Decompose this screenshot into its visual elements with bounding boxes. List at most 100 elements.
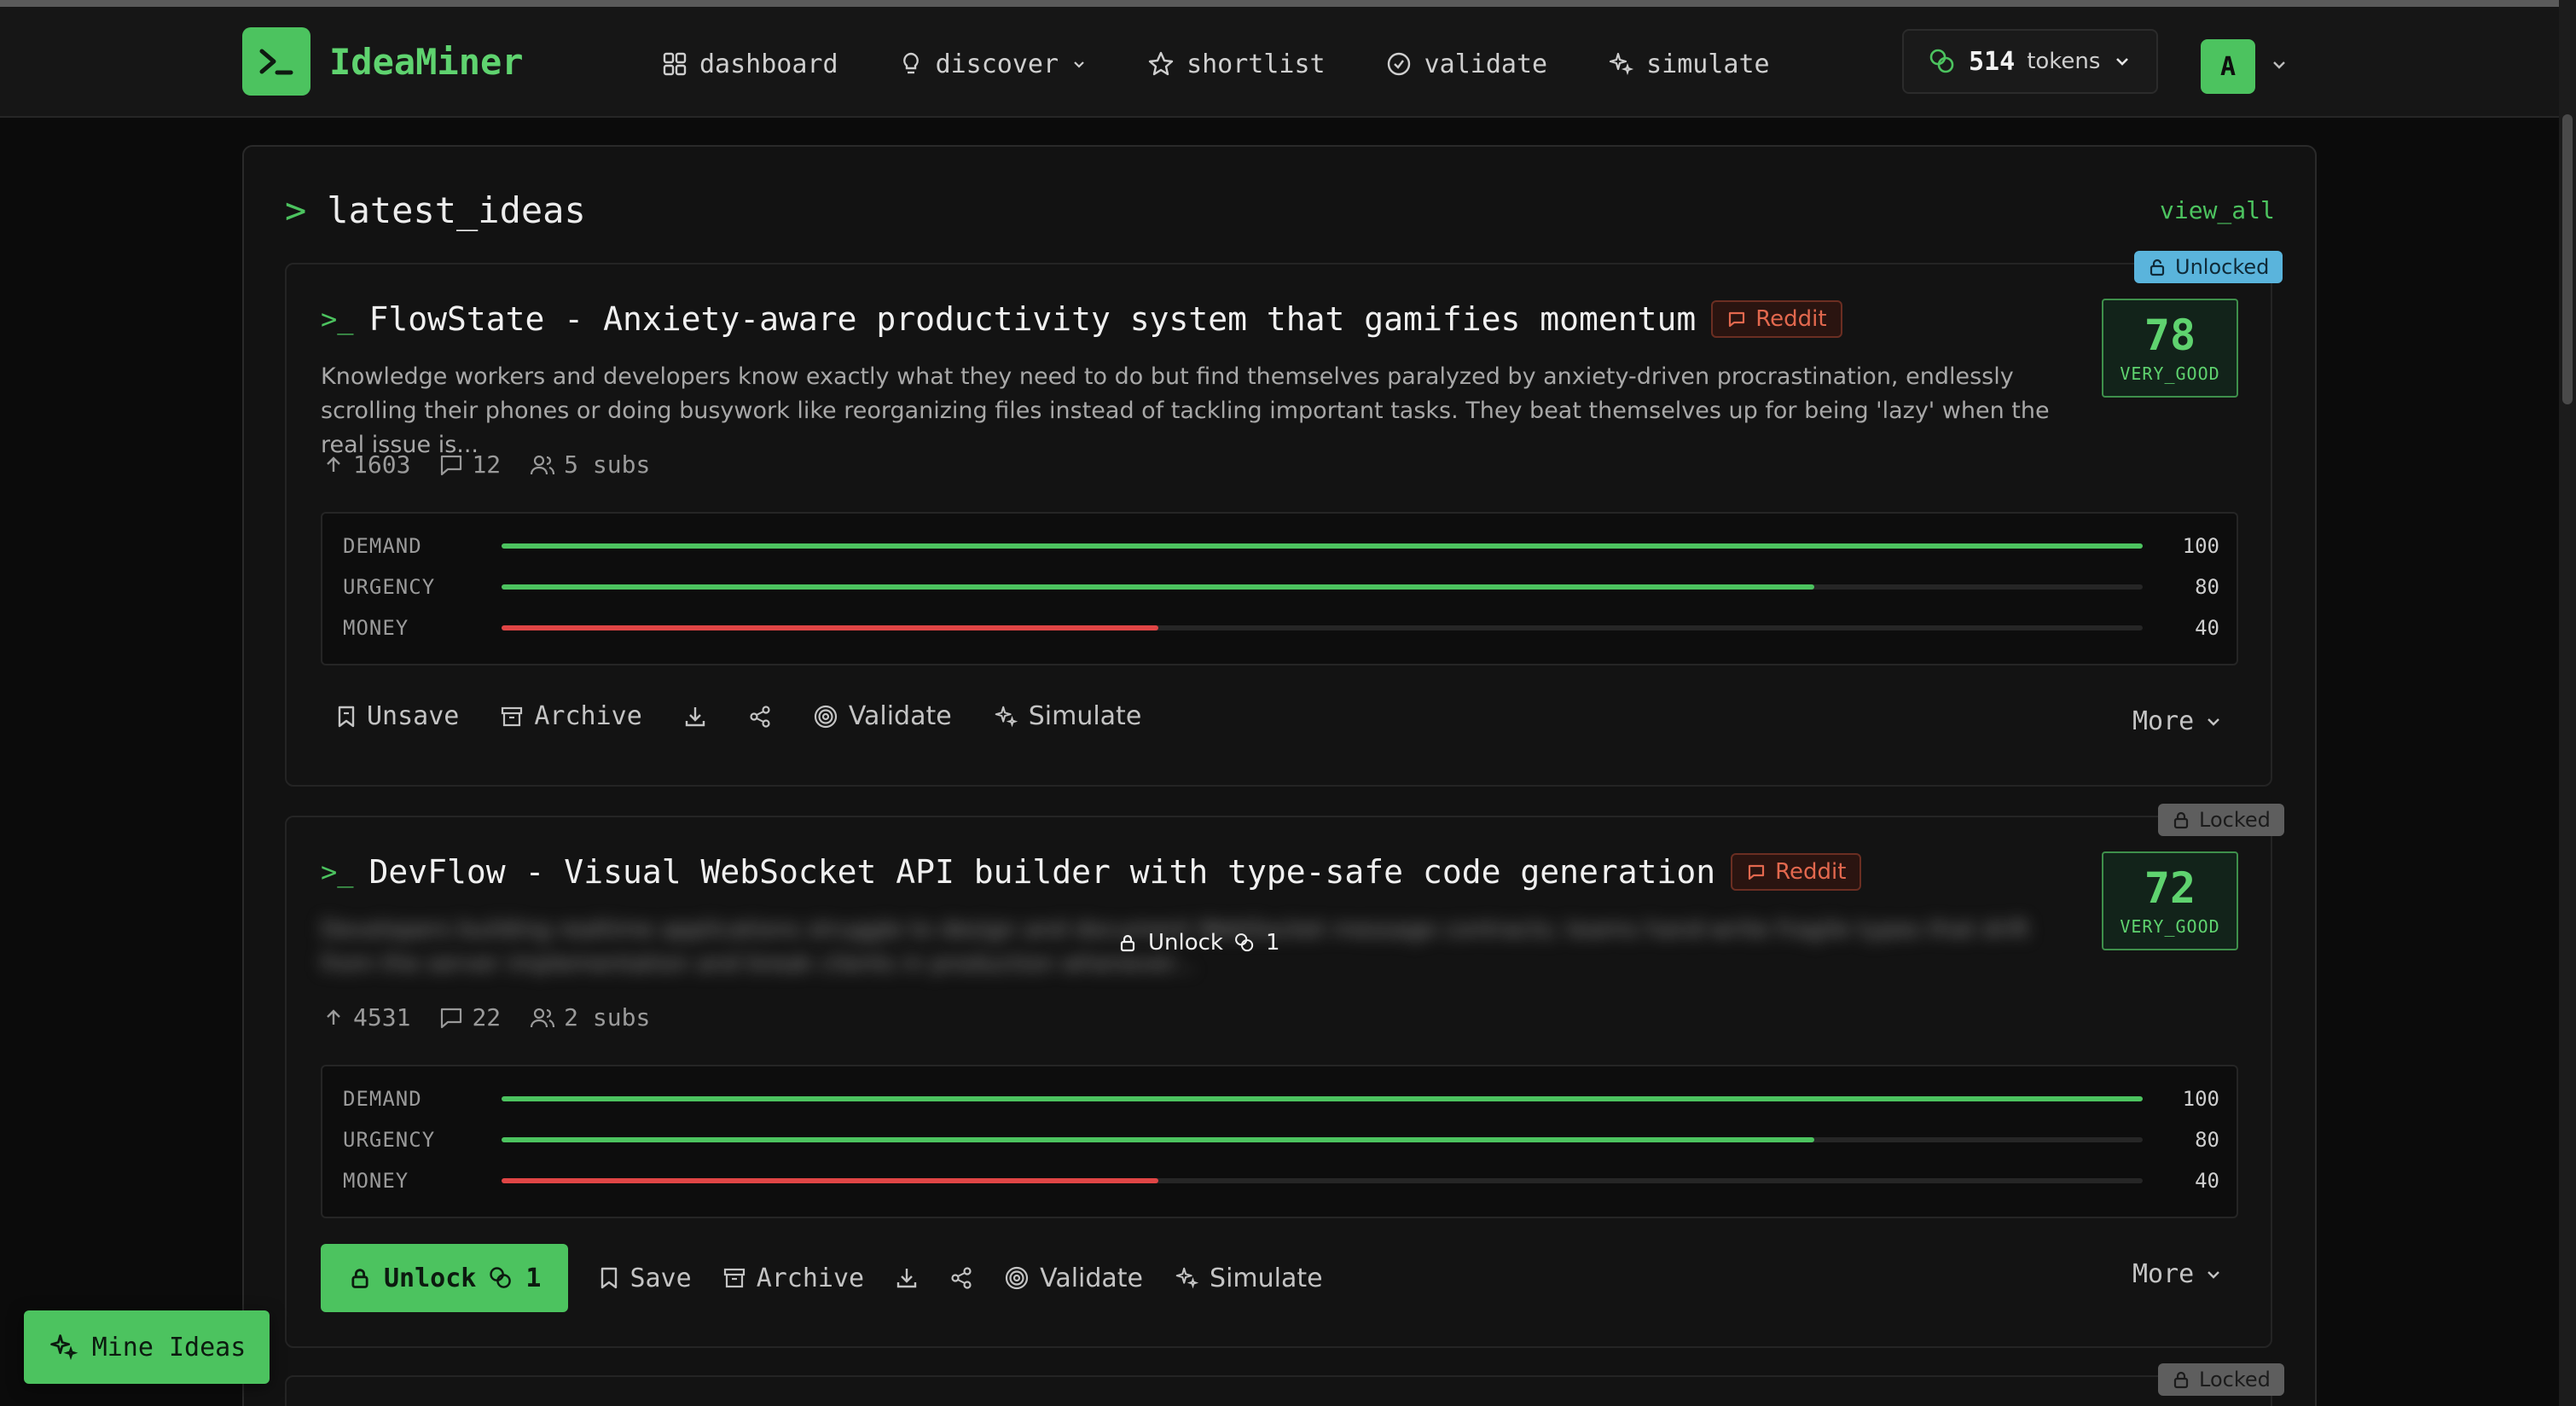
users-icon	[531, 1008, 555, 1027]
idea-stats: 4531 22 2 subs	[322, 1003, 650, 1031]
nav-discover[interactable]: discover	[898, 44, 1088, 84]
metric-row-demand: DEMAND 100	[343, 529, 2219, 563]
simulate-button[interactable]: Simulate	[993, 701, 1141, 731]
nav-label: dashboard	[699, 49, 838, 79]
lock-icon	[1120, 934, 1135, 952]
section-title-text: latest_ideas	[327, 189, 586, 231]
subs-stat: 5 subs	[530, 450, 650, 479]
idea-actions: Unsave Archive Validate Simulate	[336, 701, 1141, 731]
scrollbar-thumb[interactable]	[2562, 114, 2573, 404]
terminal-icon: >_	[321, 303, 354, 335]
idea-card[interactable]	[285, 1375, 2272, 1406]
metric-value: 40	[2195, 616, 2219, 640]
archive-label: Archive	[534, 701, 642, 731]
sparkle-icon	[1175, 1267, 1199, 1289]
upvotes-stat: 1603	[322, 450, 410, 479]
status-label: Unlocked	[2175, 255, 2270, 279]
idea-title[interactable]: FlowState - Anxiety-aware productivity s…	[369, 300, 1697, 338]
prompt-glyph: >	[285, 189, 307, 231]
archive-button[interactable]: Archive	[722, 1264, 864, 1293]
source-label: Reddit	[1775, 859, 1847, 885]
metric-label: MONEY	[343, 1169, 409, 1193]
validate-button[interactable]: Validate	[813, 701, 952, 731]
avatar[interactable]: A	[2201, 39, 2255, 94]
unlock-button[interactable]: Unlock 1	[321, 1244, 569, 1312]
archive-icon	[723, 1268, 745, 1288]
status-label: Locked	[2199, 808, 2271, 832]
check-circle-icon	[1387, 52, 1410, 76]
status-badge-unlocked: Unlocked	[2134, 251, 2283, 283]
upvotes-count: 1603	[353, 450, 411, 479]
metric-fill	[502, 1137, 1815, 1142]
subs-stat: 2 subs	[530, 1003, 650, 1031]
status-badge-locked: Locked	[2158, 804, 2284, 836]
metric-value: 100	[2182, 1087, 2219, 1111]
download-button[interactable]	[683, 705, 707, 729]
share-button[interactable]	[748, 705, 772, 729]
lock-icon	[351, 1269, 368, 1288]
sparkle-icon	[995, 706, 1018, 727]
nav-shortlist[interactable]: shortlist	[1147, 44, 1326, 84]
chevron-down-icon[interactable]	[2269, 55, 2289, 75]
nav-label: discover	[935, 49, 1059, 79]
archive-label: Archive	[756, 1263, 865, 1293]
window-top-border	[0, 0, 2576, 7]
idea-actions: Unlock 1 Save Archive Validate Simulate	[321, 1244, 1323, 1312]
chevron-down-icon	[1074, 61, 1084, 68]
metric-track	[502, 1178, 2143, 1183]
nav-label: shortlist	[1186, 49, 1326, 79]
source-label: Reddit	[1755, 306, 1827, 332]
bulb-icon	[902, 52, 919, 74]
metric-row-demand: DEMAND 100	[343, 1082, 2219, 1116]
app-logo[interactable]: IdeaMiner	[242, 27, 524, 96]
metric-label: DEMAND	[343, 1087, 422, 1111]
score-badge: 78 VERY_GOOD	[2102, 299, 2238, 398]
more-dropdown[interactable]: More	[2132, 1259, 2223, 1289]
arrow-up-icon	[327, 456, 340, 472]
nav-validate[interactable]: validate	[1385, 44, 1548, 84]
download-button[interactable]	[895, 1266, 919, 1290]
more-dropdown[interactable]: More	[2132, 706, 2223, 736]
unsave-button[interactable]: Unsave	[336, 701, 459, 731]
status-label: Locked	[2199, 1368, 2271, 1391]
target-icon	[814, 705, 837, 728]
nav-simulate[interactable]: simulate	[1607, 44, 1770, 84]
main-nav: dashboard discover shortlist validate si…	[662, 44, 1830, 84]
metric-track	[502, 625, 2143, 630]
sparkle-icon	[1610, 52, 1634, 76]
nav-label: validate	[1424, 49, 1548, 79]
score-label: VERY_GOOD	[2120, 916, 2220, 937]
archive-button[interactable]: Archive	[500, 701, 642, 731]
unlock-overlay-label: Unlock	[1148, 930, 1223, 956]
comment-icon	[441, 455, 462, 475]
idea-title[interactable]: DevFlow - Visual WebSocket API builder w…	[369, 853, 1716, 891]
save-label: Save	[629, 1263, 692, 1293]
simulate-label: Simulate	[1210, 1263, 1323, 1293]
share-button[interactable]	[949, 1266, 973, 1290]
more-label: More	[2132, 706, 2195, 736]
metric-track	[502, 543, 2143, 549]
download-icon	[896, 1269, 917, 1288]
nav-dashboard[interactable]: dashboard	[662, 44, 838, 84]
lock-icon	[2173, 1371, 2189, 1389]
simulate-button[interactable]: Simulate	[1174, 1264, 1323, 1293]
chevron-down-icon	[2208, 1270, 2220, 1279]
message-icon	[1749, 864, 1765, 880]
view-all-link[interactable]: view_all	[2160, 196, 2275, 224]
mine-ideas-button[interactable]: Mine Ideas	[24, 1310, 270, 1384]
chevron-down-icon	[2116, 58, 2129, 66]
arrow-up-icon	[327, 1008, 340, 1025]
share-icon	[750, 705, 770, 728]
bookmark-icon	[601, 1267, 618, 1289]
save-button[interactable]: Save	[599, 1263, 692, 1293]
token-balance-dropdown[interactable]: 514 tokens	[1902, 29, 2158, 94]
star-icon	[1148, 51, 1174, 76]
bookmark-icon	[338, 706, 355, 727]
unlock-overlay[interactable]: Unlock 1	[1117, 930, 1280, 956]
metrics-panel: DEMAND 100 URGENCY 80 MONEY 40	[321, 1065, 2238, 1218]
token-label: tokens	[2027, 49, 2101, 74]
coins-icon	[1929, 49, 1954, 73]
validate-label: Validate	[1040, 1263, 1144, 1293]
validate-button[interactable]: Validate	[1004, 1264, 1143, 1293]
source-badge: Reddit	[1711, 300, 1842, 338]
